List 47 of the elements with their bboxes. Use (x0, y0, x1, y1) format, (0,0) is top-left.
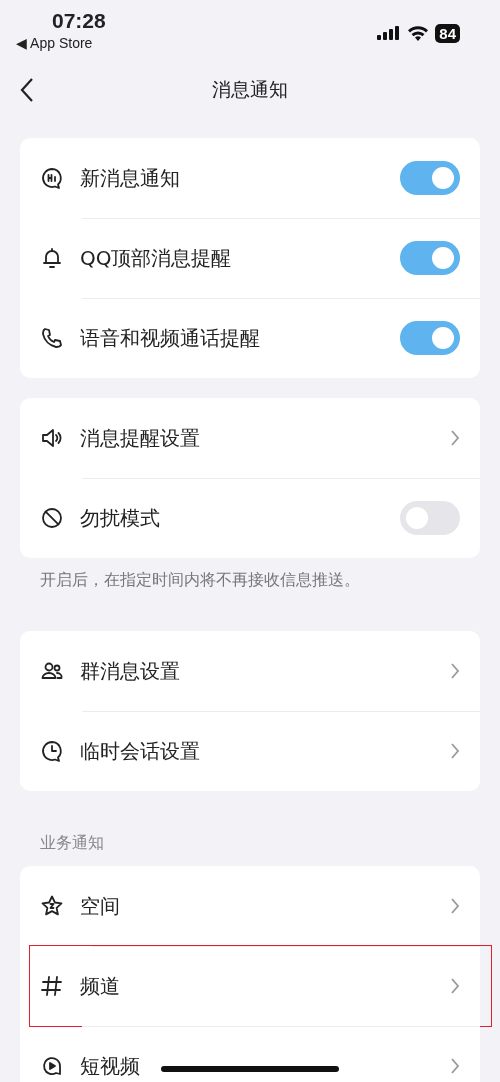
chevron-icon (450, 897, 460, 915)
setting-label: 群消息设置 (80, 657, 180, 685)
chevron-icon (450, 742, 460, 760)
star-icon (40, 894, 64, 918)
toggle-switch[interactable] (400, 501, 460, 535)
setting-label: 短视频 (80, 1052, 140, 1080)
chevron-icon (450, 977, 460, 995)
chevron-icon (450, 1057, 460, 1075)
settings-row[interactable]: 空间 (20, 866, 480, 946)
phone-icon (40, 326, 64, 350)
hash-icon (40, 974, 64, 998)
bell-icon (40, 246, 64, 270)
battery-level: 84 (435, 23, 460, 43)
setting-label: QQ顶部消息提醒 (80, 244, 232, 272)
back-to-app-link[interactable]: ◀ App Store (16, 35, 93, 51)
speaker-icon (40, 426, 64, 450)
setting-label: 临时会话设置 (80, 737, 200, 765)
wifi-icon (407, 25, 430, 41)
settings-row[interactable]: 消息提醒设置 (20, 398, 480, 478)
setting-label: 频道 (80, 972, 120, 1000)
settings-row[interactable]: 临时会话设置 (20, 711, 480, 791)
setting-label: 语音和视频通话提醒 (80, 324, 260, 352)
note-text: 开启后，在指定时间内将不再接收信息推送。 (40, 570, 361, 591)
settings-row[interactable]: 新消息通知 (20, 138, 480, 218)
clock-bubble-icon (40, 739, 64, 763)
setting-label: 空间 (80, 892, 120, 920)
chat-bubble-icon (40, 166, 64, 190)
page-title: 消息通知 (212, 77, 288, 102)
setting-label: 新消息通知 (80, 164, 180, 192)
prohibited-icon (40, 506, 64, 530)
settings-row[interactable]: 短视频 (20, 1026, 480, 1082)
settings-row[interactable]: 勿扰模式 (20, 478, 480, 558)
section-header: 业务通知 (40, 833, 105, 854)
settings-row[interactable]: 群消息设置 (20, 631, 480, 711)
highlighted-row[interactable]: 频道 (30, 946, 491, 1026)
signal-icon (377, 26, 402, 40)
toggle-switch[interactable] (400, 321, 460, 355)
chevron-icon (450, 429, 460, 447)
play-icon (40, 1054, 64, 1078)
toggle-switch[interactable] (400, 241, 460, 275)
settings-row[interactable]: 语音和视频通话提醒 (20, 298, 480, 378)
chevron-icon (450, 662, 460, 680)
clock-time: 07:28 (52, 9, 106, 33)
setting-label: 勿扰模式 (80, 504, 160, 532)
settings-row[interactable]: QQ顶部消息提醒 (20, 218, 480, 298)
toggle-switch[interactable] (400, 161, 460, 195)
setting-label: 消息提醒设置 (80, 424, 200, 452)
